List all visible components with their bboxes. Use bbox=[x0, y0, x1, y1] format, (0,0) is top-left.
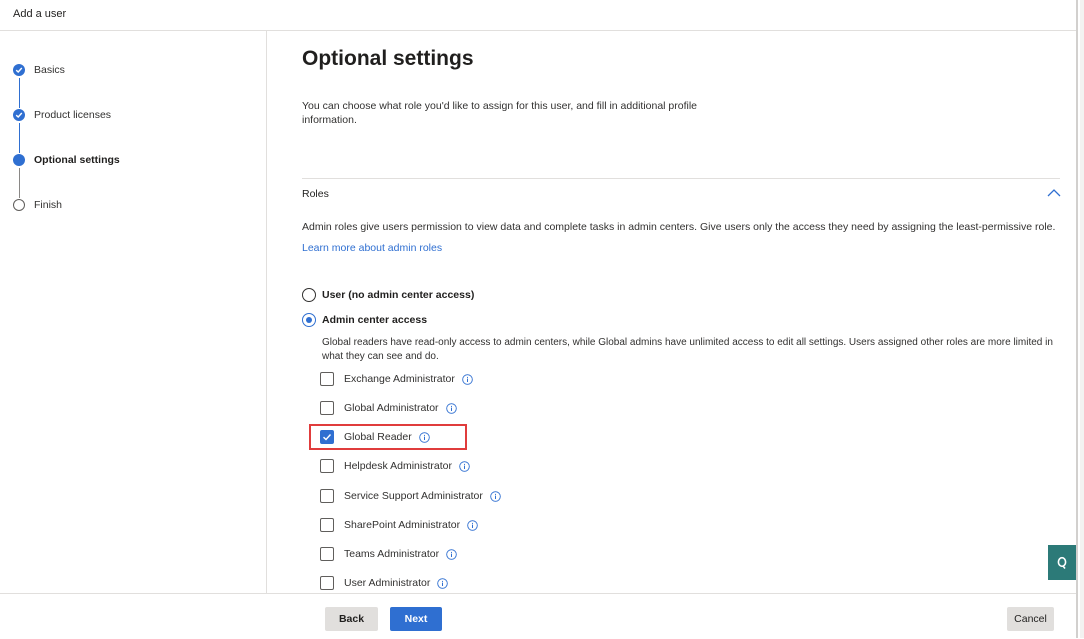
checkbox-user-administrator[interactable]: User Administrator bbox=[320, 576, 449, 590]
checkbox-label: Exchange Administrator bbox=[344, 373, 455, 385]
checkbox-label: Helpdesk Administrator bbox=[344, 460, 452, 472]
step-connector bbox=[18, 168, 20, 198]
radio-user-no-admin[interactable]: User (no admin center access) bbox=[302, 288, 474, 302]
step-label: Product licenses bbox=[34, 109, 112, 121]
chevron-up-icon bbox=[1047, 189, 1061, 197]
checkbox-sharepoint-administrator[interactable]: SharePoint Administrator bbox=[320, 518, 478, 532]
checkmark-icon bbox=[323, 434, 332, 441]
checkbox[interactable] bbox=[320, 576, 334, 590]
radio-admin-center-access[interactable]: Admin center access bbox=[302, 313, 427, 327]
collapse-button[interactable] bbox=[1046, 186, 1062, 200]
radio-label: User (no admin center access) bbox=[322, 289, 475, 301]
step-connector bbox=[18, 78, 20, 108]
step-label: Finish bbox=[34, 199, 63, 211]
roles-description: Admin roles give users permission to vie… bbox=[302, 221, 1056, 233]
step-connector bbox=[18, 123, 20, 153]
checkmark-icon bbox=[13, 109, 25, 121]
radio-label: Admin center access bbox=[322, 314, 428, 326]
checkbox[interactable] bbox=[320, 489, 334, 503]
panel-edge bbox=[1076, 0, 1078, 638]
info-icon[interactable] bbox=[446, 548, 457, 560]
checkbox-label: Global Reader bbox=[344, 431, 412, 443]
checkbox[interactable] bbox=[320, 372, 334, 386]
feedback-icon bbox=[1057, 556, 1067, 569]
current-step-icon bbox=[13, 154, 25, 166]
checkbox-global-reader[interactable]: Global Reader bbox=[320, 430, 430, 444]
learn-more-admin-roles-link[interactable]: Learn more about admin roles bbox=[302, 242, 442, 254]
page-title: Optional settings bbox=[302, 47, 474, 70]
checkbox[interactable] bbox=[320, 547, 334, 561]
checkbox-label: Service Support Administrator bbox=[344, 490, 483, 502]
checkbox-checked[interactable] bbox=[320, 430, 334, 444]
wizard-stepper: Basics Product licenses Optional setting… bbox=[0, 31, 267, 593]
checkbox-exchange-administrator[interactable]: Exchange Administrator bbox=[320, 372, 473, 386]
roles-section-title: Roles bbox=[302, 188, 329, 200]
checkbox[interactable] bbox=[320, 401, 334, 415]
checkbox-label: User Administrator bbox=[344, 577, 431, 589]
intro-text: You can choose what role you'd like to a… bbox=[302, 100, 698, 126]
checkbox-helpdesk-administrator[interactable]: Helpdesk Administrator bbox=[320, 459, 470, 473]
step-label: Basics bbox=[34, 64, 65, 76]
step-optional-settings[interactable]: Optional settings bbox=[13, 154, 120, 166]
radio-button-icon bbox=[302, 288, 316, 302]
radio-button-selected-icon bbox=[302, 313, 316, 327]
next-button[interactable]: Next bbox=[390, 607, 442, 631]
info-icon[interactable] bbox=[490, 490, 501, 502]
scrollbar[interactable] bbox=[1080, 0, 1084, 638]
checkbox-label: Global Administrator bbox=[344, 402, 439, 414]
checkbox-service-support-administrator[interactable]: Service Support Administrator bbox=[320, 489, 501, 503]
divider bbox=[302, 178, 1060, 179]
info-icon[interactable] bbox=[462, 373, 473, 385]
window-title: Add a user bbox=[13, 8, 67, 20]
checkbox[interactable] bbox=[320, 518, 334, 532]
pending-step-icon bbox=[13, 199, 25, 211]
checkmark-icon bbox=[13, 64, 25, 76]
cancel-button[interactable]: Cancel bbox=[1007, 607, 1054, 631]
info-icon[interactable] bbox=[467, 519, 478, 531]
checkbox-label: Teams Administrator bbox=[344, 548, 440, 560]
step-product-licenses[interactable]: Product licenses bbox=[13, 109, 111, 121]
step-basics[interactable]: Basics bbox=[13, 64, 65, 76]
checkbox-teams-administrator[interactable]: Teams Administrator bbox=[320, 547, 457, 561]
back-button[interactable]: Back bbox=[325, 607, 378, 631]
info-icon[interactable] bbox=[445, 402, 457, 414]
info-icon[interactable] bbox=[459, 460, 470, 472]
info-icon[interactable] bbox=[418, 431, 430, 443]
step-label: Optional settings bbox=[34, 154, 120, 166]
admin-access-description: Global readers have read-only access to … bbox=[322, 337, 1053, 362]
step-finish[interactable]: Finish bbox=[13, 199, 62, 211]
checkbox-global-administrator[interactable]: Global Administrator bbox=[320, 401, 457, 415]
info-icon[interactable] bbox=[437, 577, 449, 589]
checkbox[interactable] bbox=[320, 459, 334, 473]
wizard-footer: Back Next Cancel bbox=[0, 593, 1076, 639]
checkbox-label: SharePoint Administrator bbox=[344, 519, 461, 531]
feedback-button[interactable] bbox=[1048, 545, 1076, 580]
title-bar: Add a user bbox=[0, 0, 1076, 31]
